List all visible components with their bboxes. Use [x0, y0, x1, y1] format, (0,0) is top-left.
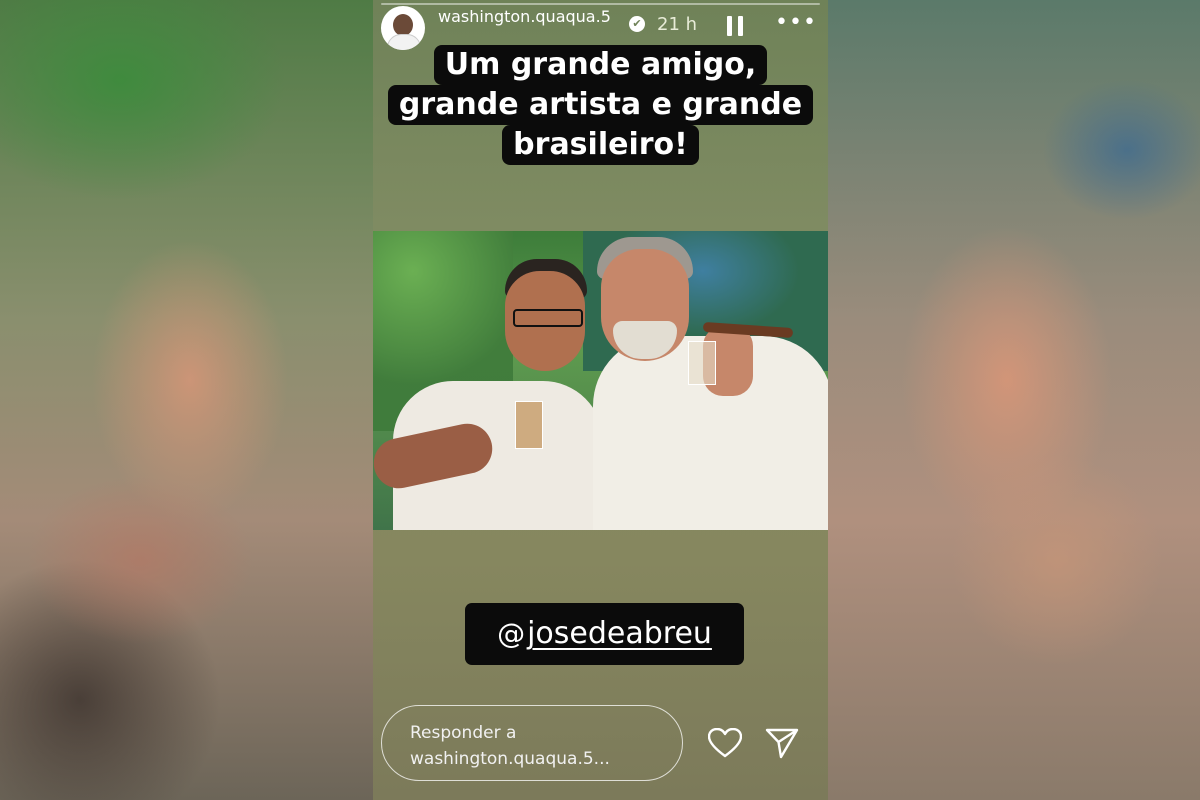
pause-bar	[727, 16, 732, 36]
send-icon[interactable]	[765, 726, 799, 760]
more-options-icon[interactable]: •••	[775, 10, 817, 35]
blurred-background-right	[827, 0, 1200, 800]
username-link[interactable]: washington.quaqua.5	[438, 7, 626, 27]
reply-field[interactable]	[381, 705, 683, 781]
profile-avatar[interactable]	[381, 6, 425, 50]
verified-badge-icon: ✔	[629, 16, 645, 32]
reply-input[interactable]	[410, 720, 660, 772]
blurred-background-left	[0, 0, 373, 800]
mention-handle[interactable]: josedeabreu	[527, 616, 712, 651]
photo-drink-glass	[688, 341, 716, 385]
heart-icon[interactable]	[708, 726, 742, 760]
story-progress-bar	[381, 3, 820, 5]
caption-line: Um grande amigo,	[433, 45, 768, 85]
photo-glasses	[513, 309, 583, 327]
photo-drink-glass	[515, 401, 543, 449]
caption-line: brasileiro!	[502, 125, 699, 165]
story-photo	[373, 231, 828, 530]
story-viewer[interactable]: washington.quaqua.5 ✔ 21 h ••• Um grande…	[373, 0, 828, 800]
avatar-face	[393, 14, 413, 36]
caption-line: grande artista e grande	[387, 85, 814, 125]
mention-sticker[interactable]: @josedeabreu	[465, 603, 744, 665]
post-time: 21 h	[657, 14, 698, 35]
story-caption: Um grande amigo, grande artista e grande…	[373, 45, 828, 165]
pause-icon[interactable]	[727, 16, 745, 36]
pause-bar	[738, 16, 743, 36]
threads-icon: @	[497, 617, 526, 650]
